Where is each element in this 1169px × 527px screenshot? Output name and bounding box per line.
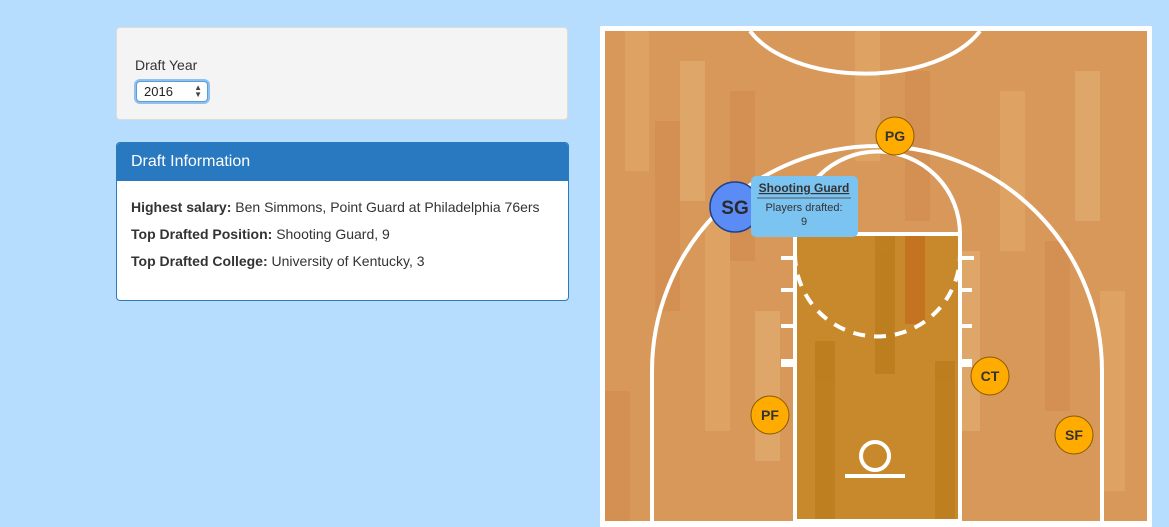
position-marker-pg[interactable]: PG [875, 116, 915, 156]
basketball-court: PG CT PF SF SG Shooting Guard Players dr… [605, 31, 1147, 521]
info-row-position: Top Drafted Position: Shooting Guard, 9 [131, 226, 390, 242]
info-row-college: Top Drafted College: University of Kentu… [131, 253, 425, 269]
svg-text:PG: PG [885, 128, 905, 144]
svg-text:PF: PF [761, 407, 779, 423]
draft-year-label: Draft Year [135, 57, 198, 73]
draft-year-select[interactable]: 2016 ▲ ▼ [136, 81, 208, 102]
draft-year-panel: Draft Year 2016 ▲ ▼ [116, 27, 568, 120]
svg-text:SG: SG [721, 198, 748, 219]
position-marker-ct[interactable]: CT [970, 356, 1010, 396]
draft-year-value: 2016 [144, 84, 173, 99]
position-tooltip: Shooting Guard Players drafted: 9 [751, 176, 858, 237]
tooltip-title: Shooting Guard [759, 181, 850, 195]
tooltip-line: Players drafted: [765, 202, 842, 214]
tooltip-value: 9 [801, 216, 807, 228]
svg-text:SF: SF [1065, 427, 1083, 443]
info-row-salary: Highest salary: Ben Simmons, Point Guard… [131, 199, 540, 215]
draft-information-panel: Draft Information Highest salary: Ben Si… [116, 142, 569, 301]
position-marker-sf[interactable]: SF [1054, 415, 1094, 455]
position-marker-pf[interactable]: PF [750, 395, 790, 435]
select-arrows-icon: ▲ ▼ [194, 83, 202, 99]
svg-text:CT: CT [981, 368, 1000, 384]
panel-title: Draft Information [117, 143, 568, 181]
